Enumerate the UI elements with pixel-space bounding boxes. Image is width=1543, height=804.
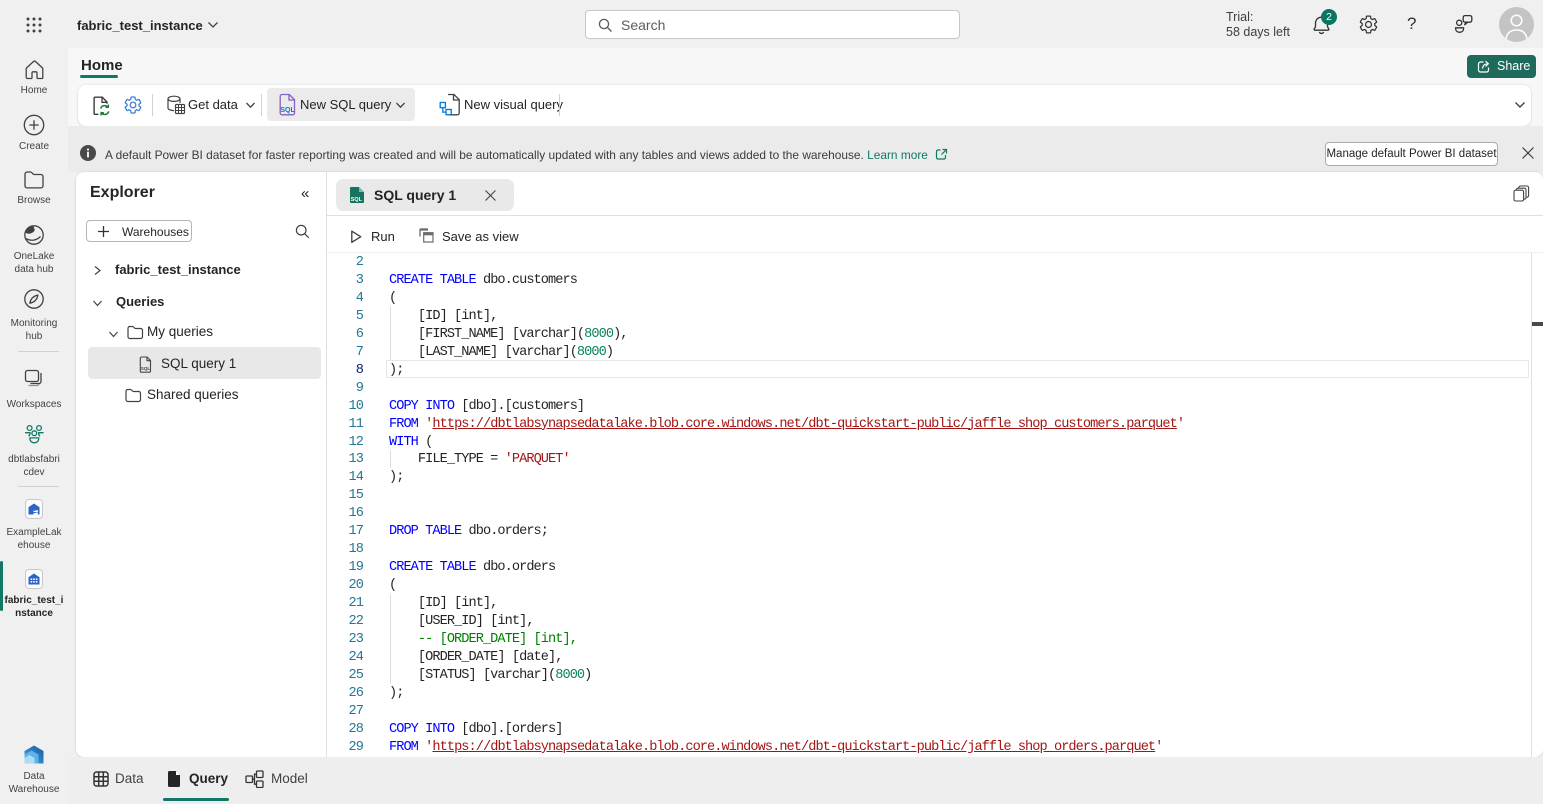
svg-text:SQL: SQL [141,366,151,371]
svg-text:SQL: SQL [280,107,295,114]
svg-text:SQL: SQL [351,197,363,203]
